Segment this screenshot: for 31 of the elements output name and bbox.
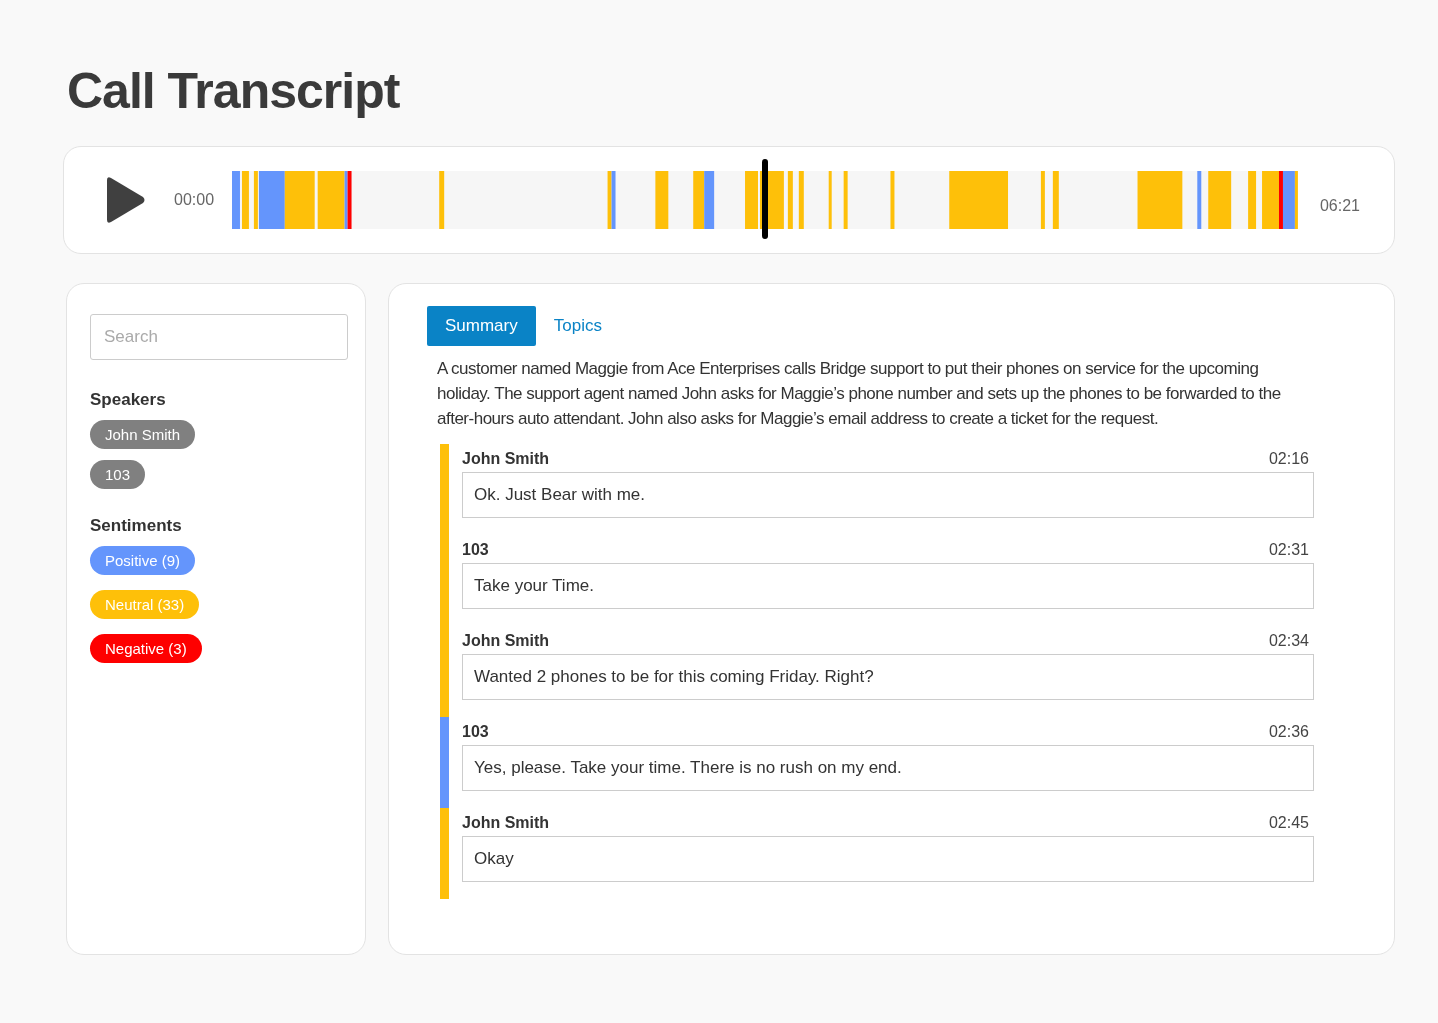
tab[interactable]: Summary bbox=[427, 306, 536, 346]
utterance-text: Wanted 2 phones to be for this coming Friday. Right? bbox=[462, 654, 1314, 700]
sentiments-heading: Sentiments bbox=[90, 516, 183, 536]
sentiment-timeline[interactable] bbox=[232, 171, 1298, 229]
speaker-tag[interactable]: 103 bbox=[90, 460, 146, 489]
search-field[interactable]: Search bbox=[90, 314, 348, 360]
speakers-heading: Speakers bbox=[90, 390, 167, 410]
tab[interactable]: Topics bbox=[535, 306, 620, 346]
speaker-name: John Smith bbox=[462, 632, 550, 650]
start-time: 00:00 bbox=[174, 191, 215, 209]
timestamp: 02:36 bbox=[1268, 723, 1309, 741]
sentiment-tag[interactable]: Negative (3) bbox=[90, 634, 202, 663]
play-icon[interactable] bbox=[104, 176, 146, 224]
utterance-text: Okay bbox=[462, 836, 1314, 882]
utterance-text: Take your Time. bbox=[462, 563, 1314, 609]
speaker-tag[interactable]: John Smith bbox=[90, 420, 196, 449]
utterance-text: Ok. Just Bear with me. bbox=[462, 472, 1314, 518]
sentiment-tag[interactable]: Positive (9) bbox=[90, 546, 196, 575]
page-title: Call Transcript bbox=[67, 62, 401, 121]
speaker-name: 103 bbox=[462, 541, 489, 559]
end-time: 06:21 bbox=[1319, 197, 1360, 215]
playhead[interactable] bbox=[762, 159, 768, 239]
speaker-name: John Smith bbox=[462, 814, 550, 832]
timestamp: 02:16 bbox=[1268, 450, 1309, 468]
timestamp: 02:34 bbox=[1268, 632, 1309, 650]
timestamp: 02:31 bbox=[1268, 541, 1309, 559]
speaker-name: 103 bbox=[462, 723, 489, 741]
utterance-text: Yes, please. Take your time. There is no rush on my end. bbox=[462, 745, 1314, 791]
timestamp: 02:45 bbox=[1268, 814, 1309, 832]
speaker-name: John Smith bbox=[462, 450, 550, 468]
summary-text: A customer named Maggie from Ace Enterprises calls Bridge support to put their phones on service for the upcoming holiday. The support agent named John asks for Maggie’s phone number and sets up the phones to be forwarded to the after-hours auto attendant. John also asks for Maggie’s email address to create a ticket for the request. bbox=[437, 358, 1282, 430]
